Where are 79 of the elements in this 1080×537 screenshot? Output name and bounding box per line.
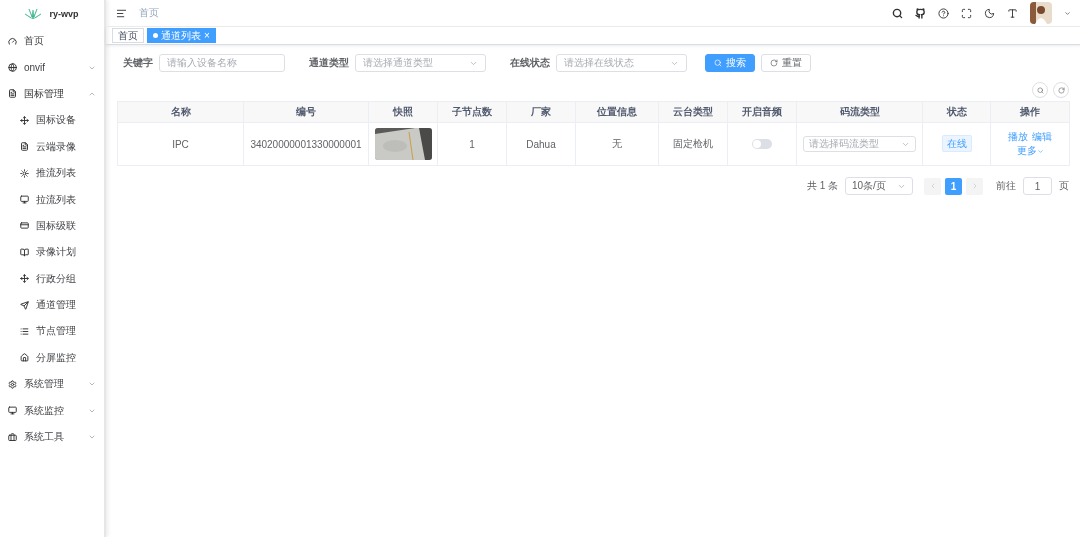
column-header: 操作 [990, 101, 1070, 123]
search-icon [714, 59, 722, 67]
column-header: 云台类型 [658, 101, 728, 123]
table-cell: 1 [437, 122, 507, 166]
sidebar-item[interactable]: 国标设备 [0, 107, 104, 134]
document-icon [8, 89, 17, 99]
menu-icon[interactable] [116, 7, 127, 19]
move-icon [20, 274, 29, 284]
help-icon[interactable] [938, 7, 949, 19]
globe-icon [8, 63, 17, 73]
chevron-down-icon [1036, 147, 1044, 155]
table-cell: 34020000001330000001 [243, 122, 369, 166]
refresh-icon [770, 59, 778, 67]
move-icon [20, 115, 29, 125]
status-tag: 在线 [941, 135, 972, 152]
column-header: 码流类型 [796, 101, 923, 123]
sidebar-item[interactable]: 推流列表 [0, 159, 104, 187]
page-size-select[interactable]: 10条/页 [845, 177, 913, 195]
monitor-icon [8, 406, 17, 416]
column-header: 位置信息 [575, 101, 659, 123]
audio-switch[interactable] [752, 139, 772, 149]
tab[interactable]: 首页 [112, 28, 144, 43]
document-icon [20, 142, 29, 152]
sidebar-item[interactable]: 首页 [0, 28, 104, 55]
column-header: 开启音频 [727, 101, 797, 123]
filter-label: 在线状态 [510, 56, 550, 70]
table-cell: IPC [117, 122, 244, 166]
gauge-icon [8, 36, 17, 46]
sidebar-item[interactable]: 系统监控 [0, 397, 104, 424]
settings-icon [8, 379, 17, 389]
page-suffix: 页 [1059, 179, 1069, 193]
sidebar-item[interactable]: 通道管理 [0, 291, 104, 319]
briefcase-icon [8, 432, 17, 442]
sidebar-item[interactable]: 拉流列表 [0, 186, 104, 213]
table-cell: 固定枪机 [658, 122, 728, 166]
app-title: ry-wvp [49, 9, 79, 19]
sun-icon [20, 168, 29, 178]
font-size-icon[interactable] [1007, 7, 1018, 19]
sidebar-item[interactable]: 系统工具 [0, 423, 104, 451]
list-icon [20, 327, 29, 336]
sidebar-item[interactable]: 云端录像 [0, 133, 104, 160]
table-cell: 无 [575, 122, 659, 166]
sidebar-item[interactable]: 行政分组 [0, 265, 104, 292]
house-icon [20, 353, 29, 363]
fullscreen-icon[interactable] [961, 7, 972, 19]
column-header: 名称 [117, 101, 244, 123]
card-icon [20, 221, 29, 231]
column-header: 状态 [922, 101, 991, 123]
filter-label: 通道类型 [309, 56, 349, 70]
sidebar-item[interactable]: 国标管理 [0, 80, 104, 108]
caret-icon[interactable] [1064, 9, 1071, 17]
filter-label: 关键字 [123, 56, 153, 70]
avatar[interactable] [1030, 2, 1052, 24]
search-icon[interactable] [892, 7, 903, 19]
sidebar-item[interactable]: onvif [0, 54, 104, 81]
table-cell: Dahua [506, 122, 576, 166]
total-count: 共 1 条 [806, 179, 838, 193]
column-header: 子节点数 [437, 101, 507, 123]
reset-button[interactable]: 重置 [761, 54, 811, 72]
goto-label: 前往 [996, 179, 1016, 193]
search-icon [1036, 86, 1044, 94]
column-header: 快照 [368, 101, 438, 123]
github-icon[interactable] [915, 7, 926, 19]
page-input[interactable]: 1 [1023, 177, 1052, 195]
logo-icon [25, 9, 42, 19]
book-icon [20, 247, 29, 257]
send-icon [20, 300, 29, 310]
sidebar-item[interactable]: 分屏监控 [0, 344, 104, 372]
sidebar-item[interactable]: 国标级联 [0, 212, 104, 240]
column-header: 编号 [243, 101, 369, 123]
dot-icon [153, 33, 158, 38]
moon-icon[interactable] [984, 7, 995, 19]
column-header: 厂家 [506, 101, 576, 123]
breadcrumb: 首页 [139, 6, 159, 20]
monitor-icon [20, 195, 29, 205]
sidebar-item[interactable]: 系统管理 [0, 371, 104, 398]
sidebar-item[interactable]: 录像计划 [0, 239, 104, 266]
sidebar-item[interactable]: 节点管理 [0, 318, 104, 345]
refresh-icon [1057, 86, 1065, 94]
